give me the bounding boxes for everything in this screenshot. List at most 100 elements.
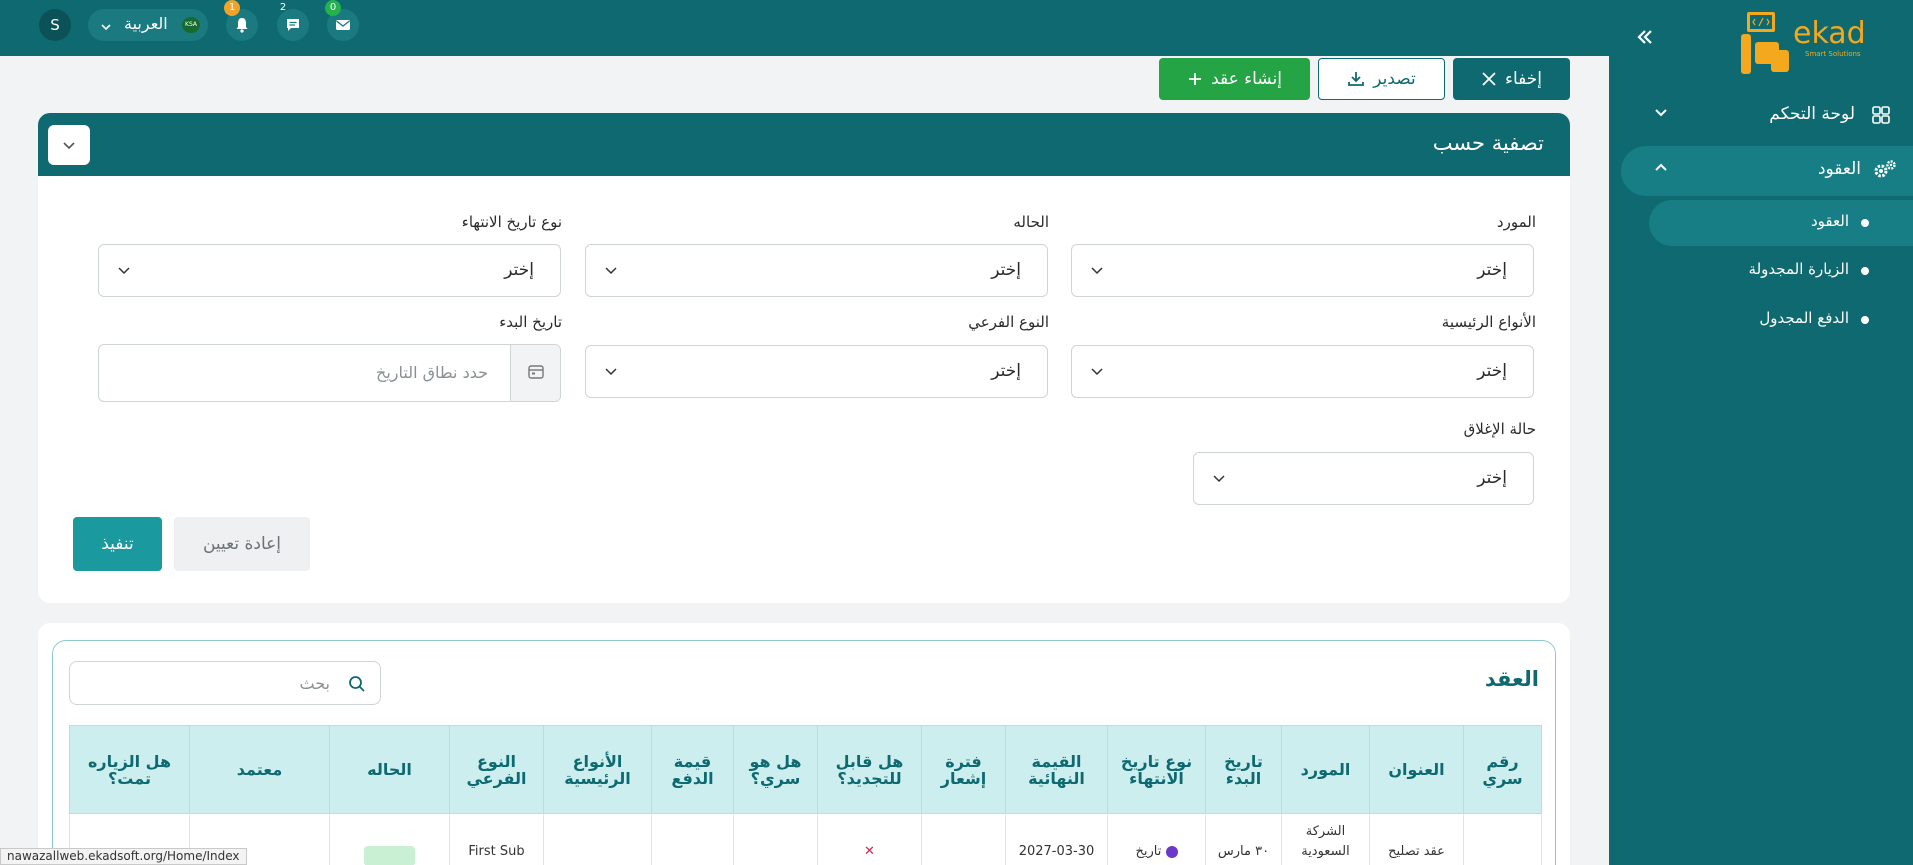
top-bar: S العربية KSA 1 2 0: [0, 0, 1609, 56]
brand-tagline: Smart Solutions: [1805, 50, 1861, 58]
bell-icon: [236, 18, 248, 33]
cell-payment: [651, 813, 734, 865]
sub-type-select[interactable]: إختر: [585, 345, 1048, 398]
sidebar-item-contracts[interactable]: العقود: [1621, 146, 1913, 196]
column-header[interactable]: الأنواع الرئيسية: [543, 725, 652, 814]
select-value: إختر: [991, 260, 1021, 280]
reset-filter-button[interactable]: إعادة تعيين: [174, 517, 310, 571]
chevron-down-icon: [1090, 262, 1104, 281]
table-title: العقد: [1484, 667, 1539, 691]
column-header[interactable]: رقم سري: [1463, 725, 1542, 814]
cell-notice-period: [921, 813, 1006, 865]
ekad-logo[interactable]: ekad Smart Solutions: [1729, 6, 1869, 80]
cell-status: [329, 813, 450, 865]
cell-sub-type: First Sub: [449, 813, 544, 865]
cell-serial: [1463, 813, 1542, 865]
end-type-text: تاريخ: [1135, 844, 1162, 859]
calendar-icon: [528, 365, 544, 379]
column-header[interactable]: المورد: [1281, 725, 1370, 814]
search-placeholder: بحث: [299, 674, 331, 693]
start-date-range-input[interactable]: حدد نطاق التاريخ: [98, 344, 561, 402]
filter-title: تصفية حسب: [1432, 131, 1544, 155]
gears-icon: [1873, 159, 1897, 185]
messages-button[interactable]: 2: [277, 2, 309, 41]
contracts-table-frame: العقد بحث رقم سري العنوان المورد تاريخ ا…: [52, 640, 1556, 865]
closing-status-label: حالة الإغلاق: [1463, 420, 1536, 438]
filter-header: تصفية حسب: [38, 113, 1570, 176]
column-header[interactable]: قيمة الدفع: [651, 725, 734, 814]
sidebar-item-label: لوحة التحكم: [1769, 104, 1855, 124]
chevron-down-icon: [1212, 470, 1226, 489]
user-avatar[interactable]: S: [39, 9, 71, 41]
mail-button[interactable]: 0: [325, 0, 359, 41]
collapse-sidebar-button[interactable]: [1631, 24, 1659, 52]
status-label: الحاله: [1013, 213, 1049, 231]
create-contract-button[interactable]: إنشاء عقد: [1159, 58, 1310, 100]
close-icon: [1482, 72, 1496, 86]
sidebar-item-label: العقود: [1817, 159, 1861, 179]
column-header[interactable]: فترة إشعار: [921, 725, 1006, 814]
sidebar-subitem-scheduled-payment[interactable]: الدفع المجدول: [1649, 297, 1913, 343]
sidebar-subitem-label: الدفع المجدول: [1759, 309, 1849, 327]
contracts-table: رقم سري العنوان المورد تاريخ البدء نوع ت…: [69, 725, 1542, 865]
status-bar-url: nawazallweb.ekadsoft.org/Home/Index: [0, 848, 247, 865]
x-mark-icon: ✕: [864, 844, 875, 859]
column-header[interactable]: الحاله: [329, 725, 450, 814]
chevron-down-icon: [117, 262, 131, 281]
select-value: إختر: [1477, 260, 1507, 280]
chevron-down-icon: [1090, 363, 1104, 382]
language-label: العربية: [124, 14, 168, 33]
calendar-button[interactable]: [510, 345, 560, 401]
column-header[interactable]: معتمد: [189, 725, 330, 814]
column-header[interactable]: العنوان: [1369, 725, 1464, 814]
apply-filter-button[interactable]: تنفيذ: [73, 517, 162, 571]
logo-mark-icon: [1741, 12, 1789, 74]
supplier-label: المورد: [1496, 213, 1536, 231]
supplier-select[interactable]: إختر: [1071, 244, 1534, 297]
mail-badge: 0: [325, 0, 341, 16]
clock-icon: [1165, 845, 1178, 858]
double-chevron-left-icon: [1637, 30, 1652, 44]
notifications-button[interactable]: 1: [224, 0, 258, 41]
column-header[interactable]: هل الزياره تمت؟: [69, 725, 190, 814]
table-row[interactable]: عقد تصليح الشركة السعودية ٣٠ مارس تاريخ …: [69, 813, 1542, 865]
status-select[interactable]: إختر: [585, 244, 1048, 297]
chevron-down-icon: [100, 18, 112, 37]
export-button-label: تصدير: [1373, 69, 1416, 89]
sub-type-label: النوع الفرعي: [968, 313, 1049, 331]
cell-supplier: الشركة السعودية: [1281, 813, 1370, 865]
chat-icon: [287, 19, 299, 31]
cell-end-type: تاريخ: [1107, 813, 1206, 865]
sidebar-item-dashboard[interactable]: لوحة التحكم: [1619, 96, 1909, 136]
column-header[interactable]: هل هو سري؟: [733, 725, 818, 814]
end-date-type-select[interactable]: إختر: [98, 244, 561, 297]
sidebar-subitem-contracts[interactable]: العقود: [1649, 200, 1913, 246]
hide-button-label: إخفاء: [1504, 69, 1542, 89]
search-icon: [349, 676, 365, 692]
language-selector[interactable]: العربية KSA: [88, 9, 208, 41]
messages-badge: 2: [279, 2, 287, 13]
sidebar-subitem-label: الزيارة المجدولة: [1748, 260, 1849, 278]
sidebar-subitem-scheduled-visit[interactable]: الزيارة المجدولة: [1649, 248, 1913, 294]
hide-button[interactable]: إخفاء: [1453, 58, 1570, 100]
closing-status-select[interactable]: إختر: [1193, 452, 1534, 505]
chevron-up-icon: [1653, 159, 1669, 179]
download-icon: [1348, 72, 1365, 86]
envelope-icon: [336, 20, 350, 30]
export-button[interactable]: تصدير: [1318, 58, 1445, 100]
main-types-select[interactable]: إختر: [1071, 345, 1534, 398]
search-input[interactable]: بحث: [69, 661, 381, 705]
column-header[interactable]: هل قابل للتجديد؟: [817, 725, 922, 814]
status-badge: [364, 846, 415, 865]
contracts-table-panel: العقد بحث رقم سري العنوان المورد تاريخ ا…: [38, 623, 1570, 865]
column-header[interactable]: النوع الفرعي: [449, 725, 544, 814]
main-types-label: الأنواع الرئيسية: [1441, 313, 1536, 331]
bullet-dot-icon: [1861, 267, 1869, 275]
filter-collapse-toggle[interactable]: [48, 125, 90, 165]
saudi-flag-icon: KSA: [182, 17, 200, 33]
select-value: إختر: [1477, 468, 1507, 488]
column-header[interactable]: تاريخ البدء: [1205, 725, 1282, 814]
column-header[interactable]: القيمة النهائية: [1005, 725, 1108, 814]
column-header[interactable]: نوع تاريخ الانتهاء: [1107, 725, 1206, 814]
select-value: إختر: [991, 361, 1021, 381]
